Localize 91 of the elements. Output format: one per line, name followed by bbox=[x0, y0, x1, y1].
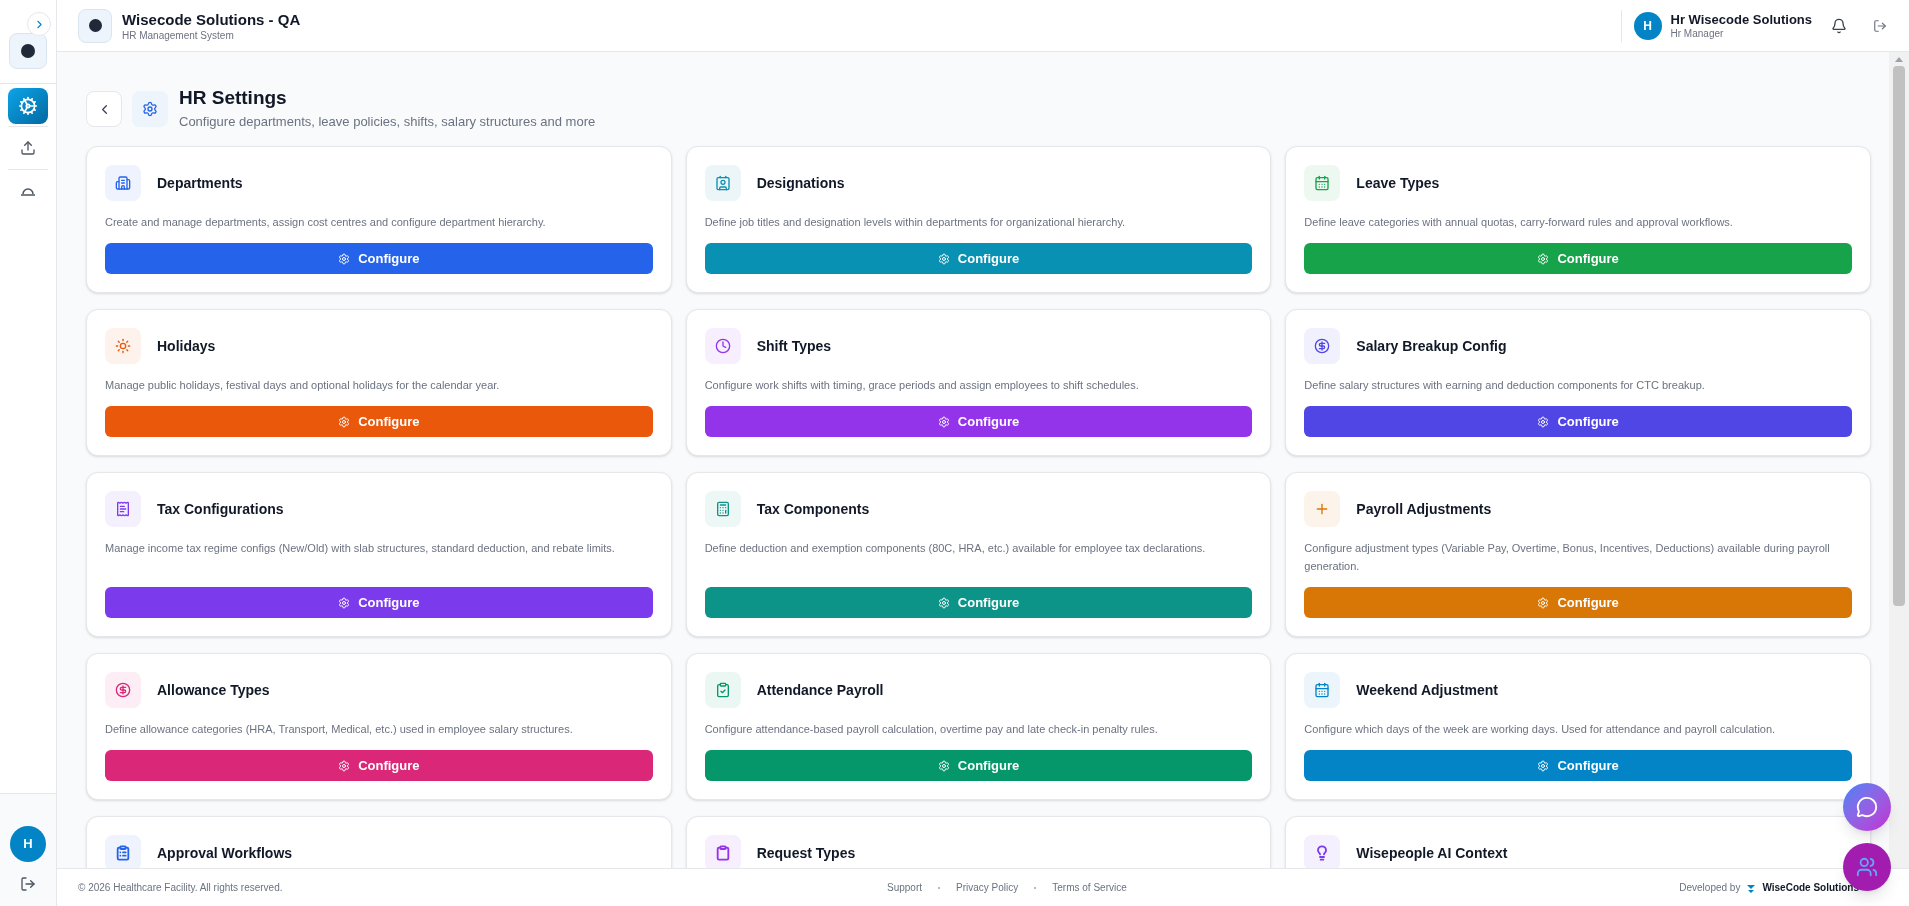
configure-button[interactable]: Configure bbox=[105, 587, 653, 618]
gear-icon bbox=[338, 415, 351, 428]
calendar-icon bbox=[1314, 175, 1331, 191]
card-title: Shift Types bbox=[756, 336, 832, 356]
card-description: Create and manage departments, assign cost centres and configure department hierarchy. bbox=[105, 215, 547, 230]
sun-icon bbox=[115, 338, 131, 354]
gear-icon bbox=[937, 252, 950, 265]
card-title: Salary Breakup Config bbox=[1356, 336, 1507, 356]
configure-button[interactable]: Configure bbox=[105, 750, 653, 781]
configure-button[interactable]: Configure bbox=[105, 406, 653, 437]
chat-bubble-icon bbox=[1856, 796, 1878, 818]
footer-link[interactable]: Privacy Policy bbox=[956, 880, 1019, 895]
configure-button[interactable]: Configure bbox=[704, 750, 1253, 781]
card-description: Manage public holidays, festival days and optional holidays for the calendar year. bbox=[105, 378, 501, 393]
gear-icon bbox=[937, 596, 950, 609]
dollar-icon bbox=[1314, 338, 1331, 354]
gear-icon bbox=[338, 596, 351, 609]
clipboard-check-icon bbox=[714, 682, 731, 698]
people-icon bbox=[1856, 856, 1878, 878]
page-title: HR Settings bbox=[179, 86, 288, 110]
page-subtitle: Configure departments, leave policies, shifts, salary structures and more bbox=[179, 113, 596, 131]
cogs-icon bbox=[18, 96, 38, 116]
user-role: Hr Manager bbox=[1670, 27, 1725, 40]
gear-icon bbox=[1537, 415, 1550, 428]
card-title: Holidays bbox=[157, 336, 216, 356]
building-icon bbox=[115, 175, 131, 191]
card-title: Allowance Types bbox=[157, 680, 270, 700]
copyright-text: © 2026 Healthcare Facility. All rights reserved. bbox=[78, 881, 283, 895]
user-avatar[interactable]: H bbox=[10, 826, 46, 862]
card-title: Departments bbox=[157, 173, 243, 193]
gear-icon bbox=[1537, 596, 1550, 609]
footer-link[interactable]: Support bbox=[887, 880, 923, 895]
card-title: Tax Components bbox=[756, 499, 870, 519]
dome-icon bbox=[20, 186, 36, 196]
gear-icon bbox=[937, 415, 950, 428]
card-description: Configure adjustment types (Variable Pay, Overtime, Bonus, Incentives, Deductions) available during payroll generation. bbox=[1304, 541, 1831, 574]
gear-icon bbox=[1537, 759, 1550, 772]
card-title: Weekend Adjustment bbox=[1356, 680, 1498, 700]
receipt-icon bbox=[115, 501, 131, 517]
card-description: Define job titles and designation levels within departments for organizational hierarchy. bbox=[704, 215, 1127, 230]
logout-icon[interactable] bbox=[20, 876, 36, 892]
calculator-icon bbox=[714, 501, 731, 517]
configure-button[interactable]: Configure bbox=[704, 243, 1253, 274]
card-description: Define salary structures with earning and deduction components for CTC breakup. bbox=[1304, 378, 1706, 393]
clock-icon bbox=[714, 338, 731, 354]
card-description: Manage income tax regime configs (New/Old) with slab structures, standard deduction, and rebate limits. bbox=[105, 541, 616, 556]
expand-button[interactable] bbox=[27, 12, 51, 36]
configure-button[interactable]: Configure bbox=[704, 406, 1253, 437]
card-description: Configure work shifts with timing, grace periods and assign employees to shift schedules. bbox=[704, 378, 1140, 393]
card-title: Attendance Payroll bbox=[756, 680, 884, 700]
card-title: Leave Types bbox=[1356, 173, 1440, 193]
card-title: Designations bbox=[756, 173, 845, 193]
card-description: Define leave categories with annual quotas, carry-forward rules and approval workflows. bbox=[1304, 215, 1734, 230]
gear-icon bbox=[937, 759, 950, 772]
scrollbar[interactable] bbox=[1889, 52, 1909, 868]
logo-icon bbox=[21, 44, 35, 58]
configure-button[interactable]: Configure bbox=[1304, 406, 1852, 437]
gear-icon bbox=[142, 101, 158, 117]
logo-icon bbox=[88, 19, 102, 32]
gear-icon bbox=[1537, 252, 1550, 265]
gear-icon bbox=[338, 252, 351, 265]
card-title: Tax Configurations bbox=[157, 499, 284, 519]
configure-button[interactable]: Configure bbox=[1304, 750, 1852, 781]
user-avatar[interactable]: H bbox=[1633, 11, 1662, 40]
notification-icon[interactable] bbox=[1831, 17, 1847, 34]
id-card-icon bbox=[714, 175, 731, 191]
calendar-icon bbox=[1314, 682, 1331, 698]
footer-link[interactable]: Terms of Service bbox=[1052, 880, 1127, 895]
app-title: Wisecode Solutions - QA bbox=[122, 9, 301, 30]
brand-name: WiseCode Solutions bbox=[1762, 881, 1859, 895]
card-title: Request Types bbox=[756, 843, 856, 863]
card-title: Approval Workflows bbox=[157, 843, 293, 863]
configure-button[interactable]: Configure bbox=[704, 587, 1253, 618]
upload-icon bbox=[20, 140, 36, 156]
user-name: Hr Wisecode Solutions bbox=[1670, 11, 1812, 28]
dollar-icon bbox=[115, 682, 131, 698]
app-subtitle: HR Management System bbox=[122, 29, 235, 42]
card-description: Define deduction and exemption components (80C, HRA, etc.) available for employee tax declarations. bbox=[704, 541, 1207, 556]
logo-icon bbox=[1746, 882, 1757, 893]
gear-icon bbox=[338, 759, 351, 772]
logout-icon[interactable] bbox=[1873, 18, 1887, 33]
card-description: Configure attendance-based payroll calculation, overtime pay and late check-in penalty rules. bbox=[704, 722, 1159, 737]
card-description: Define allowance categories (HRA, Transport, Medical, etc.) used in employee salary structures. bbox=[105, 722, 574, 737]
configure-button[interactable]: Configure bbox=[1304, 243, 1852, 274]
configure-button[interactable]: Configure bbox=[105, 243, 653, 274]
card-description: Configure which days of the week are working days. Used for attendance and payroll calculation. bbox=[1304, 722, 1777, 737]
sidebar-item[interactable] bbox=[8, 88, 48, 124]
configure-button[interactable]: Configure bbox=[1304, 587, 1852, 618]
card-title: Wisepeople AI Context bbox=[1356, 843, 1508, 863]
developed-by-text: Developed by bbox=[1679, 881, 1741, 895]
card-title: Payroll Adjustments bbox=[1356, 499, 1492, 519]
